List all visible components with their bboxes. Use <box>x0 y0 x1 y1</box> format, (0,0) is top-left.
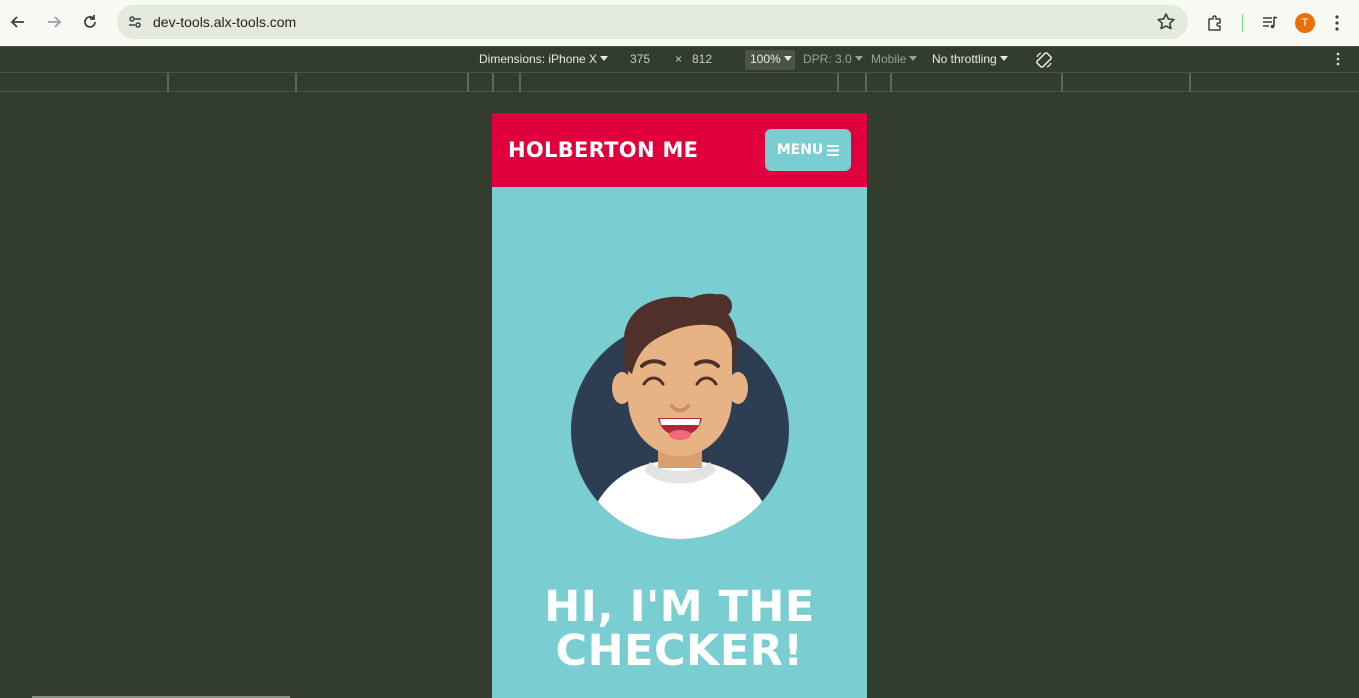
ruler-tick <box>865 73 867 92</box>
ruler-tick <box>467 73 469 92</box>
site-logo-text[interactable]: HOLBERTON ME <box>508 138 698 162</box>
device-toolbar: Dimensions: iPhone X 375 × 812 100% DPR:… <box>0 46 1359 72</box>
emulated-viewport: HOLBERTON ME MENU HI, I'M THE CHECKER! <box>492 113 867 698</box>
browser-toolbar: dev-tools.alx-tools.com T <box>0 0 1359 46</box>
times-symbol: × <box>675 52 683 66</box>
forward-button[interactable] <box>36 4 72 40</box>
ruler-tick <box>519 73 521 92</box>
device-toolbar-menu-button[interactable] <box>1336 52 1346 68</box>
more-menu-icon <box>1336 52 1340 66</box>
extensions-icon <box>1208 15 1221 31</box>
ruler-tick <box>1189 73 1191 92</box>
rotate-button[interactable] <box>1034 50 1054 70</box>
chevron-down-icon <box>999 56 1008 61</box>
mode-select[interactable]: Mobile <box>871 52 918 66</box>
width-input[interactable]: 375 <box>630 52 650 66</box>
extensions-button[interactable] <box>1198 6 1232 40</box>
reload-button[interactable] <box>72 4 108 40</box>
ruler-tick <box>295 73 297 92</box>
more-menu-icon <box>1335 15 1339 31</box>
media-controls-icon <box>1263 16 1278 29</box>
ruler-tick <box>890 73 892 92</box>
hero-line-1: HI, I'M THE <box>544 582 815 632</box>
site-header: HOLBERTON ME MENU <box>492 113 867 187</box>
back-arrow-icon <box>10 16 24 28</box>
menu-label: MENU <box>776 142 824 158</box>
hamburger-icon <box>827 144 840 156</box>
dpr-select[interactable]: DPR: 3.0 <box>803 52 863 66</box>
hero-line-2: CHECKER! <box>555 626 804 676</box>
media-query-ruler[interactable] <box>0 72 1359 92</box>
throttling-select[interactable]: No throttling <box>932 52 1008 66</box>
toolbar-separator <box>1242 14 1243 32</box>
zoom-label: 100% <box>750 52 781 66</box>
bookmark-star-icon <box>1157 13 1175 30</box>
zoom-select[interactable]: 100% <box>745 50 795 70</box>
media-controls-button[interactable] <box>1253 6 1287 40</box>
site-info-button[interactable] <box>123 10 147 34</box>
site-info-icon <box>129 16 141 28</box>
device-label: Dimensions: iPhone X <box>479 52 598 66</box>
rotate-icon <box>1036 52 1052 68</box>
profile-avatar[interactable]: T <box>1295 13 1315 33</box>
browser-menu-button[interactable] <box>1327 15 1347 31</box>
chevron-down-icon <box>854 56 863 61</box>
hero-heading: HI, I'M THE CHECKER! <box>492 585 867 673</box>
reload-icon <box>84 15 96 28</box>
chevron-down-icon <box>909 56 918 61</box>
back-button[interactable] <box>0 4 36 40</box>
forward-arrow-icon <box>48 16 62 28</box>
mode-label: Mobile <box>871 52 907 66</box>
url-text[interactable]: dev-tools.alx-tools.com <box>153 14 296 30</box>
ruler-tick <box>492 73 494 92</box>
menu-button[interactable]: MENU <box>765 129 851 171</box>
avatar-illustration <box>571 293 789 539</box>
ruler-tick <box>167 73 169 92</box>
throttling-label: No throttling <box>932 52 997 66</box>
bookmark-button[interactable] <box>1156 12 1176 32</box>
ruler-tick <box>837 73 839 92</box>
address-bar[interactable]: dev-tools.alx-tools.com <box>117 5 1188 39</box>
chevron-down-icon <box>783 56 792 61</box>
chevron-down-icon <box>600 56 609 61</box>
ruler-tick <box>1061 73 1063 92</box>
device-select[interactable]: Dimensions: iPhone X <box>479 52 609 66</box>
dpr-label: DPR: 3.0 <box>803 52 852 66</box>
height-input[interactable]: 812 <box>692 52 712 66</box>
